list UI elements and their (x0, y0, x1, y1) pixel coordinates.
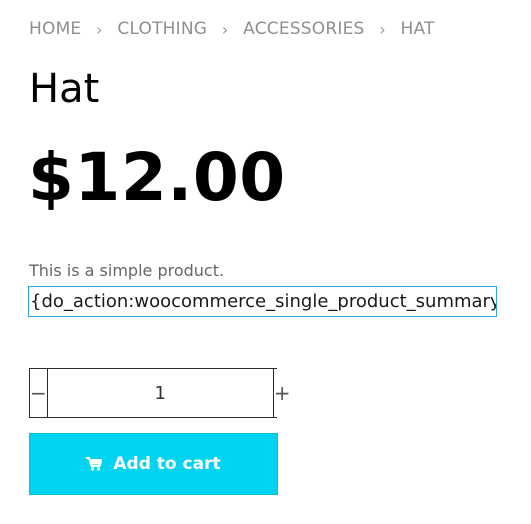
breadcrumb-clothing-link[interactable]: CLOTHING (117, 19, 207, 39)
quantity-stepper: − + (29, 368, 291, 418)
quantity-increase-button[interactable]: + (273, 369, 291, 417)
breadcrumb-separator-icon: › (379, 19, 386, 39)
summary-hook-placeholder: {do_action:woocommerce_single_product_su… (28, 286, 497, 317)
add-to-cart-button[interactable]: Add to cart (29, 433, 278, 495)
breadcrumb-separator-icon: › (221, 19, 229, 39)
breadcrumb-home-link[interactable]: HOME (29, 19, 81, 39)
product-title: Hat (29, 66, 100, 112)
product-price: $12.00 (28, 139, 286, 216)
breadcrumb-accessories-link[interactable]: ACCESSORIES (243, 19, 364, 39)
quantity-input[interactable] (46, 369, 274, 417)
add-to-cart-label: Add to cart (113, 454, 221, 474)
product-short-description: This is a simple product. (29, 261, 225, 280)
breadcrumb-separator-icon: › (96, 19, 103, 39)
breadcrumb: HOME › CLOTHING › ACCESSORIES › HAT (29, 18, 435, 40)
breadcrumb-current-item: HAT (400, 19, 435, 39)
cart-icon (86, 457, 103, 471)
quantity-decrease-button[interactable]: − (30, 369, 47, 417)
